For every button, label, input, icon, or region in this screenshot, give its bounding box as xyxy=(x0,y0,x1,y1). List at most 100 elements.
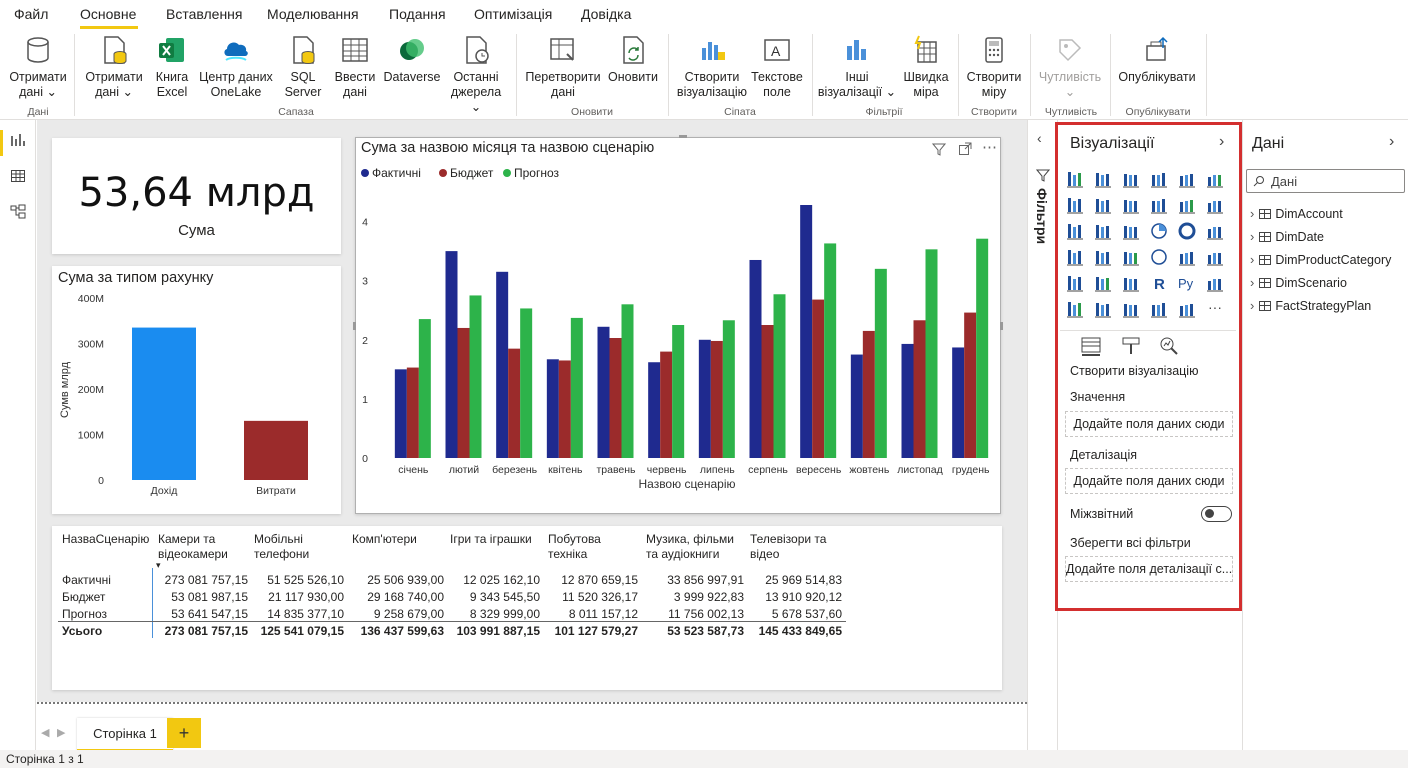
new-visual-button[interactable]: Створити візуалізацію xyxy=(674,34,750,100)
chevron-right-icon[interactable]: › xyxy=(1250,252,1254,267)
expand-right-icon[interactable]: › xyxy=(1389,133,1394,151)
filter-icon[interactable] xyxy=(932,142,946,156)
menu-file[interactable]: Файл xyxy=(14,6,48,22)
kpi-label: Сума xyxy=(178,222,215,239)
resize-handle[interactable] xyxy=(353,322,356,330)
legend-item[interactable]: Бюджет xyxy=(439,166,493,180)
legend-item[interactable]: Фактичні xyxy=(361,166,421,180)
publish-button[interactable]: Опублікувати xyxy=(1114,34,1200,85)
table-icon xyxy=(1259,278,1272,288)
dataverse-button[interactable]: Dataverse xyxy=(382,34,442,85)
onelake-button[interactable]: Центр даних OneLake xyxy=(196,34,276,100)
x-tick-label: січень xyxy=(398,464,429,476)
bar xyxy=(520,308,533,458)
table-view-icon[interactable] xyxy=(10,168,26,184)
data-table-name: DimProductCategory xyxy=(1275,253,1392,267)
text-box-button[interactable]: A Текстове поле xyxy=(748,34,806,100)
chart-title: Сума за типом рахунку xyxy=(58,270,214,286)
resize-handle[interactable] xyxy=(1000,322,1003,330)
report-view-icon[interactable] xyxy=(10,132,26,148)
quick-measure-button[interactable]: Швидка міра xyxy=(898,34,954,100)
table-cell: 25 506 939,00 xyxy=(367,573,444,587)
sql-server-button[interactable]: SQL Server xyxy=(280,34,326,100)
filters-pane-collapsed[interactable]: ‹ Фільтри xyxy=(1027,120,1057,750)
chevron-right-icon[interactable]: › xyxy=(1250,298,1254,313)
menu-optimize[interactable]: Оптимізація xyxy=(474,6,552,22)
data-table-item[interactable]: › FactStrategyPlan xyxy=(1250,298,1371,313)
y-tick-label: 0 xyxy=(98,475,104,487)
kpi-card[interactable]: 53,64 млрд Сума xyxy=(52,138,341,254)
table-cell: 5 678 537,60 xyxy=(771,607,842,621)
bar xyxy=(901,343,914,458)
account-type-chart[interactable]: Сума за типом рахунку 400M 300M 200M 100M 0 С… xyxy=(52,266,341,514)
data-table-item[interactable]: › DimScenario xyxy=(1250,275,1347,290)
column-header[interactable]: НазваСценарію xyxy=(62,532,149,547)
model-view-icon[interactable] xyxy=(10,204,26,220)
bar xyxy=(558,360,571,458)
menu-home[interactable]: Основне xyxy=(80,6,136,22)
chevron-right-icon[interactable]: › xyxy=(1250,206,1254,221)
data-table-item[interactable]: › DimAccount xyxy=(1250,206,1343,221)
data-table-item[interactable]: › DimDate xyxy=(1250,229,1324,244)
column-header[interactable]: Музика, фільми та аудіокниги xyxy=(646,532,734,562)
bar xyxy=(508,348,521,458)
new-measure-button[interactable]: Створити міру xyxy=(962,34,1026,100)
data-search-input[interactable]: Дані xyxy=(1246,169,1405,193)
sensitivity-button[interactable]: Чутливість ⌄ xyxy=(1034,34,1106,100)
column-header[interactable]: Побутова техніка xyxy=(548,532,601,562)
collapse-left-icon[interactable]: ‹ xyxy=(1037,130,1042,146)
active-tab-indicator xyxy=(80,26,138,29)
column-header[interactable]: Телевізори та відео xyxy=(750,532,826,562)
tab-scroll-right-icon[interactable]: ▶ xyxy=(57,726,65,739)
sort-descending-icon[interactable]: ▾ xyxy=(156,560,161,571)
bar xyxy=(952,347,965,458)
scenario-table[interactable]: НазваСценарію Камери та відеокамери Мобільн… xyxy=(52,526,1002,690)
more-options-icon[interactable]: ⋯ xyxy=(982,138,997,156)
column-header[interactable]: Камери та відеокамери xyxy=(158,532,228,562)
table-cell: 125 541 079,15 xyxy=(260,624,344,638)
new-visual-icon xyxy=(702,42,725,60)
page-tab-1[interactable]: Сторінка 1 xyxy=(77,718,173,752)
resize-handle[interactable] xyxy=(679,135,687,138)
tab-scroll-left-icon[interactable]: ◀ xyxy=(41,726,49,739)
focus-mode-icon[interactable] xyxy=(958,142,972,156)
menu-modeling[interactable]: Моделювання xyxy=(267,6,359,22)
calculator-icon xyxy=(985,37,1003,63)
excel-button[interactable]: Книга Excel xyxy=(150,34,194,100)
group-label-filters: Фільтрії xyxy=(865,106,903,118)
table-cell: 11 520 326,17 xyxy=(562,590,638,604)
menu-insert[interactable]: Вставлення xyxy=(166,6,243,22)
table-cell: Усього xyxy=(62,624,103,638)
bar xyxy=(722,320,735,458)
kpi-value: 53,64 млрд xyxy=(78,170,315,216)
column-header[interactable]: Комп'ютери xyxy=(352,532,417,547)
legend-item[interactable]: Прогноз xyxy=(503,166,559,180)
enter-data-button[interactable]: Ввести дані xyxy=(332,34,378,100)
add-page-button[interactable]: + xyxy=(167,718,201,748)
bar xyxy=(546,359,559,458)
monthly-scenario-chart[interactable]: Сума за назвою місяця та назвою сценарію… xyxy=(353,135,1003,514)
column-header[interactable]: Мобільні телефони xyxy=(254,532,309,562)
refresh-button[interactable]: Оновити xyxy=(604,34,662,85)
group-label-publish: Опублікувати xyxy=(1125,106,1191,118)
get-data-button[interactable]: Отримати дані ⌄ xyxy=(6,34,70,100)
group-label-refresh: Оновити xyxy=(571,106,613,118)
menu-help[interactable]: Довідка xyxy=(581,6,631,22)
bar xyxy=(812,299,825,458)
bar xyxy=(445,251,458,458)
table-cell: 9 343 545,50 xyxy=(469,590,540,604)
transform-data-button[interactable]: Перетворити дані xyxy=(522,34,604,100)
y-tick-label: 3 xyxy=(362,276,368,288)
more-visuals-button[interactable]: Інші візуалізації ⌄ xyxy=(816,34,898,100)
recent-sources-button[interactable]: Останні джерела ⌄ xyxy=(444,34,508,115)
data-table-item[interactable]: › DimProductCategory xyxy=(1250,252,1391,267)
group-label-sensitivity: Чутливість xyxy=(1044,106,1098,118)
menu-view[interactable]: Подання xyxy=(389,6,446,22)
y-tick-label: 1 xyxy=(362,394,368,406)
table-cell: 13 910 920,12 xyxy=(765,590,842,604)
get-data-dropdown-button[interactable]: Отримати дані ⌄ xyxy=(82,34,146,100)
column-header[interactable]: Ігри та іграшки xyxy=(450,532,532,547)
chevron-right-icon[interactable]: › xyxy=(1250,275,1254,290)
chevron-right-icon[interactable]: › xyxy=(1250,229,1254,244)
group-label-data: Дані xyxy=(27,106,49,118)
